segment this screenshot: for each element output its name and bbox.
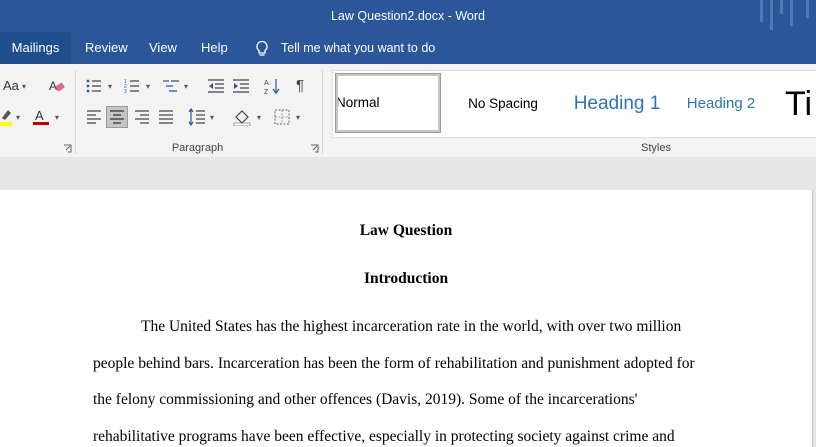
align-center-button[interactable] — [106, 106, 128, 128]
title-bar: Law Question2.docx - Word — [0, 0, 816, 32]
chevron-down-icon: ▾ — [16, 113, 21, 122]
chevron-down-icon: ▾ — [22, 82, 27, 91]
svg-text:A: A — [35, 108, 44, 123]
styles-group-label: Styles — [641, 142, 671, 154]
chevron-down-icon: ▾ — [257, 113, 262, 122]
window-title: Law Question2.docx - Word — [330, 9, 485, 23]
style-heading-2[interactable]: Heading 2 — [671, 71, 771, 137]
tab-mailings[interactable]: Mailings — [0, 32, 71, 64]
dialog-launcher-icon[interactable] — [310, 144, 319, 153]
decor-stripe — [790, 0, 793, 26]
ribbon-tabs: Mailings Review View Help Tell me what y… — [0, 32, 816, 64]
paragraph-group-label: Paragraph — [171, 142, 224, 154]
numbering-icon[interactable]: 1 2 3 — [124, 78, 140, 94]
tab-help[interactable]: Help — [201, 32, 228, 64]
style-normal[interactable]: Normal — [335, 73, 441, 133]
chevron-down-icon: ▾ — [210, 113, 215, 122]
style-heading-1[interactable]: Heading 1 — [557, 71, 677, 137]
styles-gallery: Normal No Spacing Heading 1 Heading 2 Ti — [332, 70, 816, 138]
decor-stripe — [806, 0, 809, 18]
decor-stripe — [760, 0, 763, 22]
document-title: Law Question — [359, 222, 453, 239]
change-case-button[interactable]: Aa — [3, 78, 19, 93]
document-canvas — [0, 157, 816, 190]
paragraph-line: people behind bars. Incarceration has be… — [93, 355, 695, 372]
lightbulb-icon — [256, 40, 268, 56]
dialog-launcher-icon[interactable] — [63, 144, 72, 153]
tab-review[interactable]: Review — [85, 32, 128, 64]
document-page[interactable]: Law Question Introduction The United Sta… — [0, 190, 813, 447]
style-title[interactable]: Ti — [785, 71, 816, 137]
justify-icon[interactable] — [158, 110, 174, 124]
chevron-down-icon: ▾ — [146, 82, 151, 91]
increase-indent-icon[interactable] — [232, 78, 250, 94]
chevron-down-icon: ▾ — [55, 113, 60, 122]
svg-text:3: 3 — [124, 89, 127, 94]
paragraph-line: rehabilitative programs have been effect… — [93, 428, 675, 445]
shading-icon[interactable] — [233, 108, 251, 126]
document-heading: Introduction — [363, 270, 449, 287]
align-right-icon[interactable] — [134, 110, 150, 124]
show-formatting-icon[interactable]: ¶ — [296, 77, 304, 94]
decrease-indent-icon[interactable] — [207, 78, 225, 94]
svg-text:A: A — [49, 79, 57, 93]
ribbon-panel: Aa ▾ A ▾ A ▾ ▾ 1 2 3 ▾ ▾ A Z ¶ ▾ ▾ ▾ Par… — [0, 64, 816, 158]
group-separator — [322, 70, 323, 154]
chevron-down-icon: ▾ — [184, 82, 189, 91]
tab-view[interactable]: View — [149, 32, 177, 64]
style-no-spacing[interactable]: No Spacing — [449, 71, 557, 137]
multilevel-list-icon[interactable] — [162, 78, 180, 94]
chevron-down-icon: ▾ — [296, 113, 301, 122]
chevron-down-icon: ▾ — [108, 82, 113, 91]
svg-text:A: A — [264, 80, 269, 87]
tell-me-search[interactable]: Tell me what you want to do — [281, 32, 435, 64]
sort-icon[interactable]: A Z — [264, 77, 280, 95]
line-spacing-icon[interactable] — [188, 108, 206, 126]
paragraph-line: the felony commissioning and other offen… — [93, 391, 638, 408]
align-left-icon[interactable] — [86, 110, 102, 124]
clear-formatting-icon[interactable]: A — [48, 78, 66, 94]
font-color-icon[interactable]: A — [32, 108, 50, 126]
decor-stripe — [770, 0, 773, 30]
highlight-color-icon[interactable] — [0, 108, 12, 126]
bullets-icon[interactable] — [86, 78, 102, 94]
align-center-icon — [110, 110, 124, 124]
svg-text:Z: Z — [264, 89, 269, 95]
paragraph-line: The United States has the highest incarc… — [141, 318, 682, 335]
decor-stripe — [780, 0, 783, 14]
borders-icon[interactable] — [274, 109, 290, 125]
